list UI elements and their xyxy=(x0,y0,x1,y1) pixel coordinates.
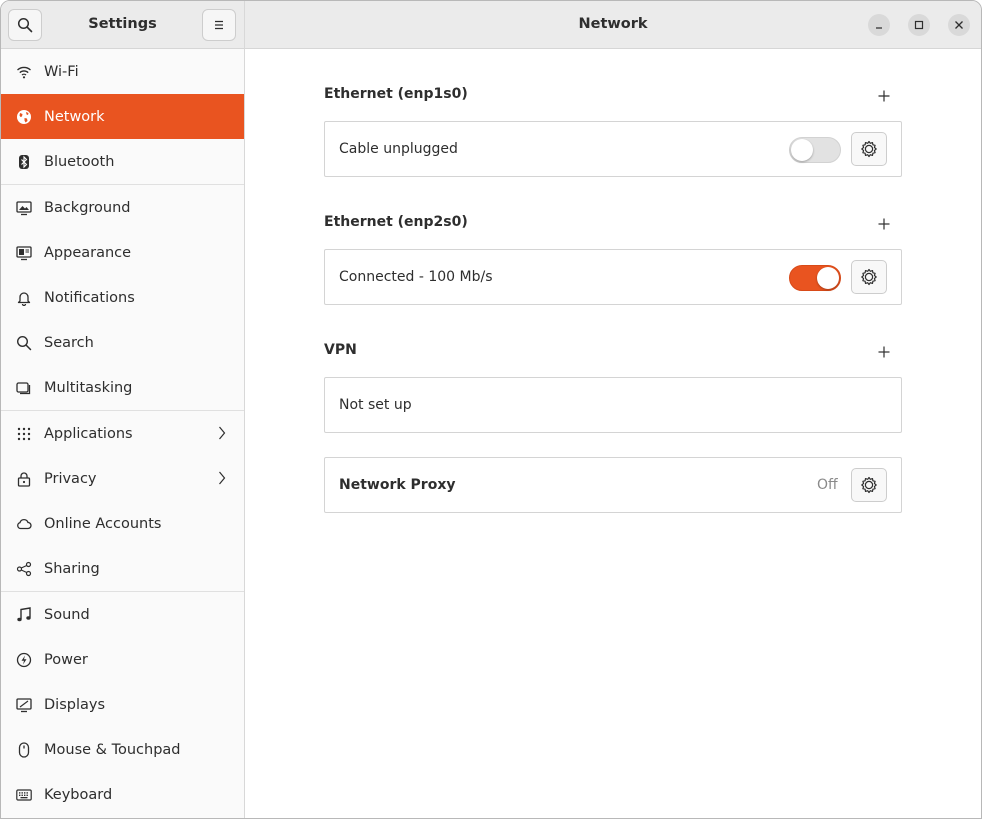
sidebar-item-sound[interactable]: Sound xyxy=(1,592,244,637)
gear-icon xyxy=(861,476,877,494)
network-proxy-settings-button[interactable] xyxy=(851,468,887,502)
maximize-button[interactable] xyxy=(908,14,930,36)
chevron-right-icon xyxy=(219,426,226,440)
ethernet-enp1s0-section-header: Ethernet (enp1s0) xyxy=(324,86,902,110)
sidebar-item-background[interactable]: Background xyxy=(1,185,244,230)
background-monitor-icon xyxy=(16,200,32,215)
sidebar-item-applications[interactable]: Applications xyxy=(1,411,244,456)
bell-icon xyxy=(17,291,31,306)
sidebar-header: Settings xyxy=(1,1,244,49)
plus-icon xyxy=(878,218,890,230)
lock-icon xyxy=(17,471,31,487)
sidebar-item-network[interactable]: Network xyxy=(1,94,244,139)
sidebar-item-displays[interactable]: Displays xyxy=(1,682,244,727)
sidebar-item-label: Background xyxy=(44,199,131,216)
sidebar-item-label: Wi-Fi xyxy=(44,63,79,80)
sidebar-item-search[interactable]: Search xyxy=(1,320,244,365)
close-button[interactable] xyxy=(948,14,970,36)
power-icon xyxy=(16,652,32,667)
music-note-icon xyxy=(17,606,31,621)
plus-icon xyxy=(878,90,890,102)
ethernet-enp1s0-settings-button[interactable] xyxy=(851,132,887,166)
wifi-icon xyxy=(17,66,31,78)
vpn-section-header: VPN xyxy=(324,342,902,366)
sidebar-item-sharing[interactable]: Sharing xyxy=(1,546,244,591)
sidebar-item-label: Sharing xyxy=(44,560,100,577)
sidebar-item-keyboard[interactable]: Keyboard xyxy=(1,772,244,817)
network-proxy-row[interactable]: Network Proxy Off xyxy=(324,457,902,513)
sidebar-item-label: Mouse & Touchpad xyxy=(44,741,181,758)
sidebar-item-multitasking[interactable]: Multitasking xyxy=(1,365,244,410)
apps-grid-icon xyxy=(17,427,31,440)
search-icon xyxy=(16,335,32,350)
sidebar-item-label: Bluetooth xyxy=(44,153,115,170)
hamburger-menu-icon xyxy=(215,20,223,30)
sidebar-item-label: Appearance xyxy=(44,244,132,261)
sidebar-item-wifi[interactable]: Wi-Fi xyxy=(1,49,244,94)
ethernet-enp2s0-settings-button[interactable] xyxy=(851,260,887,294)
ethernet-enp2s0-row: Connected - 100 Mb/s xyxy=(324,249,902,305)
minimize-icon xyxy=(876,27,882,29)
mouse-icon xyxy=(18,741,30,758)
cloud-icon xyxy=(17,518,32,529)
sidebar-item-label: Notifications xyxy=(44,289,135,306)
plus-icon xyxy=(878,346,890,358)
section-title: Ethernet (enp2s0) xyxy=(324,214,468,230)
network-proxy-label: Network Proxy xyxy=(339,477,456,493)
sidebar-item-online-accounts[interactable]: Online Accounts xyxy=(1,501,244,546)
sidebar-item-label: Keyboard xyxy=(44,786,113,803)
sidebar-item-label: Search xyxy=(44,334,94,351)
sidebar-item-power[interactable]: Power xyxy=(1,637,244,682)
sidebar-item-label: Privacy xyxy=(44,470,97,487)
ethernet-enp1s0-row: Cable unplugged xyxy=(324,121,902,177)
main-header: Network xyxy=(245,1,981,49)
sidebar-item-label: Multitasking xyxy=(44,379,133,396)
sidebar-list: Wi-Fi Network Bluetooth Background Appea… xyxy=(1,49,244,817)
share-icon xyxy=(16,561,32,576)
sidebar-item-notifications[interactable]: Notifications xyxy=(1,275,244,320)
ethernet-enp1s0-toggle[interactable] xyxy=(789,137,841,163)
sidebar-item-mouse-touchpad[interactable]: Mouse & Touchpad xyxy=(1,727,244,772)
display-icon xyxy=(16,697,32,712)
network-content: Ethernet (enp1s0) Cable unplugged Ethern… xyxy=(324,49,902,513)
add-vpn-button[interactable] xyxy=(874,342,894,362)
sidebar-item-privacy[interactable]: Privacy xyxy=(1,456,244,501)
add-connection-button[interactable] xyxy=(874,214,894,234)
ethernet-enp2s0-section-header: Ethernet (enp2s0) xyxy=(324,214,902,238)
settings-window: Settings Wi-Fi Network Bluetooth Backgro… xyxy=(0,0,982,819)
network-globe-icon xyxy=(17,109,31,124)
gear-icon xyxy=(861,268,877,286)
sidebar-item-appearance[interactable]: Appearance xyxy=(1,230,244,275)
sidebar-item-label: Network xyxy=(44,108,105,125)
connection-status: Cable unplugged xyxy=(339,141,458,157)
gear-icon xyxy=(861,140,877,158)
sidebar: Settings Wi-Fi Network Bluetooth Backgro… xyxy=(1,1,245,818)
ethernet-enp2s0-toggle[interactable] xyxy=(789,265,841,291)
bluetooth-icon xyxy=(19,154,29,169)
appearance-icon xyxy=(16,245,32,260)
chevron-right-icon xyxy=(219,471,226,485)
maximize-icon xyxy=(914,20,924,30)
keyboard-icon xyxy=(16,788,32,801)
add-connection-button[interactable] xyxy=(874,86,894,106)
minimize-button[interactable] xyxy=(868,14,890,36)
close-icon xyxy=(955,21,963,29)
main-menu-button[interactable] xyxy=(202,9,236,41)
sidebar-item-label: Power xyxy=(44,651,88,668)
network-proxy-status: Off xyxy=(817,477,838,493)
sidebar-item-label: Displays xyxy=(44,696,106,713)
multitasking-icon xyxy=(16,381,31,394)
section-title: VPN xyxy=(324,342,357,358)
sidebar-item-label: Online Accounts xyxy=(44,515,162,532)
sidebar-item-label: Applications xyxy=(44,425,133,442)
sidebar-item-bluetooth[interactable]: Bluetooth xyxy=(1,139,244,184)
section-title: Ethernet (enp1s0) xyxy=(324,86,468,102)
sidebar-item-label: Sound xyxy=(44,606,90,623)
vpn-status: Not set up xyxy=(339,397,412,413)
connection-status: Connected - 100 Mb/s xyxy=(339,269,493,285)
vpn-row: Not set up xyxy=(324,377,902,433)
